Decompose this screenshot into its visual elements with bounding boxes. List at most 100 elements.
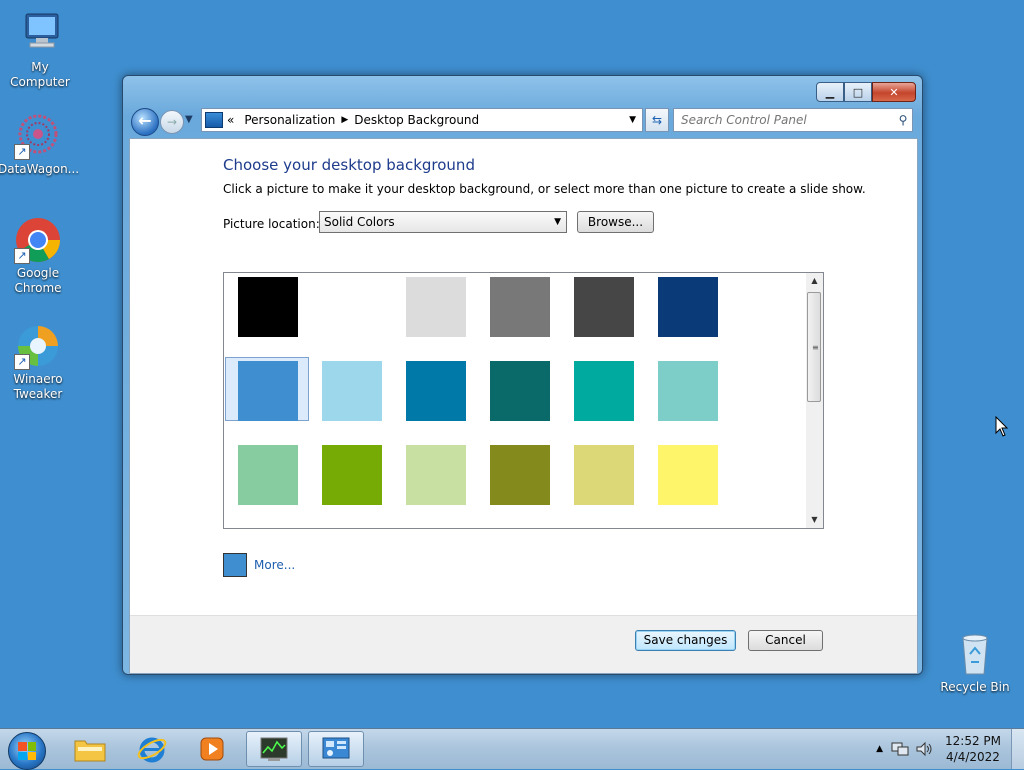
volume-icon[interactable] <box>915 741 933 757</box>
clock[interactable]: 12:52 PM 4/4/2022 <box>945 733 1001 765</box>
desktop-icon-google-chrome[interactable]: ↗ Google Chrome <box>0 216 78 296</box>
color-swatch-fill <box>238 277 298 337</box>
address-bar[interactable]: « Personalization ▶ Desktop Background ▼ <box>201 108 643 132</box>
task-manager-icon <box>260 737 288 761</box>
color-swatch[interactable] <box>561 273 645 337</box>
notification-area: ▲ 12:52 PM 4/4/2022 <box>876 729 1024 769</box>
picture-location-select[interactable]: Solid Colors ▼ <box>319 211 567 233</box>
color-swatch[interactable] <box>309 357 393 421</box>
picture-location-label: Picture location: <box>223 217 320 231</box>
color-swatch-list[interactable]: ▲ ≡ ▼ <box>223 272 824 529</box>
color-swatch-fill <box>322 277 382 337</box>
start-button[interactable] <box>8 732 46 770</box>
shortcut-arrow-icon: ↗ <box>14 248 30 264</box>
color-swatch-fill <box>490 277 550 337</box>
folder-icon <box>74 740 106 762</box>
search-box[interactable]: ⚲ <box>673 108 913 132</box>
navigation-bar: ← → ▼ « Personalization ▶ Desktop Backgr… <box>129 106 914 136</box>
scroll-up-icon[interactable]: ▲ <box>806 273 823 289</box>
chrome-icon: ↗ <box>14 216 62 264</box>
color-swatch-fill <box>322 361 382 421</box>
shortcut-arrow-icon: ↗ <box>14 354 30 370</box>
chevron-down-icon: ▼ <box>554 217 561 227</box>
color-swatch[interactable] <box>477 273 561 337</box>
clock-date: 4/4/2022 <box>946 750 1000 764</box>
color-swatch[interactable] <box>393 273 477 337</box>
desktop-icon-recycle-bin[interactable]: Recycle Bin <box>935 630 1015 695</box>
color-swatch[interactable] <box>645 357 729 421</box>
breadcrumb-separator-icon[interactable]: ▶ <box>341 115 348 125</box>
network-icon[interactable] <box>891 741 909 757</box>
recycle-bin-icon <box>951 630 999 678</box>
color-swatch-fill <box>406 361 466 421</box>
color-swatch-fill <box>238 445 298 505</box>
taskbar-file-explorer[interactable] <box>62 731 118 767</box>
desktop-icon-winaero-tweaker[interactable]: ↗ Winaero Tweaker <box>0 322 78 402</box>
vertical-scrollbar[interactable]: ▲ ≡ ▼ <box>806 273 823 528</box>
desktop-icon-label: My Computer <box>10 60 70 89</box>
color-swatch[interactable] <box>393 441 477 505</box>
color-swatch[interactable] <box>645 273 729 337</box>
minimize-button[interactable]: ▁ <box>816 82 844 102</box>
shortcut-arrow-icon: ↗ <box>14 144 30 160</box>
more-colors-link[interactable]: More... <box>254 558 295 572</box>
color-swatch[interactable] <box>561 441 645 505</box>
taskbar-media-player[interactable] <box>184 731 240 767</box>
color-swatch[interactable] <box>225 357 309 421</box>
color-swatch-fill <box>406 277 466 337</box>
show-hidden-icons-icon[interactable]: ▲ <box>876 744 883 754</box>
color-swatch[interactable] <box>477 441 561 505</box>
search-input[interactable] <box>674 112 894 128</box>
browse-button[interactable]: Browse... <box>577 211 654 233</box>
recent-pages-dropdown[interactable]: ▼ <box>185 114 193 125</box>
breadcrumb-personalization[interactable]: Personalization <box>244 113 335 127</box>
taskbar: ▲ 12:52 PM 4/4/2022 <box>0 728 1024 770</box>
taskbar-internet-explorer[interactable] <box>124 731 180 767</box>
breadcrumb-desktop-background[interactable]: Desktop Background <box>354 113 479 127</box>
cancel-button[interactable]: Cancel <box>748 630 823 651</box>
control-panel-icon <box>205 112 223 128</box>
color-swatch-fill <box>406 445 466 505</box>
picture-location-value: Solid Colors <box>324 215 395 229</box>
color-swatch[interactable] <box>393 357 477 421</box>
color-swatch-fill <box>574 361 634 421</box>
color-swatch[interactable] <box>225 441 309 505</box>
page-description: Click a picture to make it your desktop … <box>223 182 866 196</box>
color-swatch[interactable] <box>309 441 393 505</box>
scrollbar-thumb[interactable]: ≡ <box>807 292 821 402</box>
page-title: Choose your desktop background <box>223 156 475 174</box>
color-swatch[interactable] <box>477 357 561 421</box>
address-dropdown-icon[interactable]: ▼ <box>629 115 636 125</box>
color-swatch[interactable] <box>309 273 393 337</box>
color-swatch[interactable] <box>561 357 645 421</box>
color-swatch[interactable] <box>225 273 309 337</box>
internet-explorer-icon <box>137 737 167 763</box>
breadcrumb-overflow[interactable]: « <box>227 113 234 127</box>
taskbar-control-panel[interactable] <box>308 731 364 767</box>
desktop-icon-my-computer[interactable]: My Computer <box>0 10 80 90</box>
color-swatch-fill <box>574 445 634 505</box>
save-changes-button[interactable]: Save changes <box>635 630 736 651</box>
back-button[interactable]: ← <box>131 108 159 136</box>
current-color-swatch[interactable] <box>223 553 247 577</box>
dialog-footer: Save changes Cancel <box>130 615 917 673</box>
show-desktop-button[interactable] <box>1011 729 1024 769</box>
winaero-tweaker-icon: ↗ <box>14 322 62 370</box>
desktop-icon-label: DataWagon... <box>0 162 80 176</box>
taskbar-task-manager[interactable] <box>246 731 302 767</box>
control-panel-icon <box>322 737 350 759</box>
maximize-button[interactable]: □ <box>844 82 872 102</box>
desktop-icon-datawagon[interactable]: ↗ DataWagon... <box>0 112 80 177</box>
color-swatch-fill <box>322 445 382 505</box>
desktop-background-window: ▁ □ ✕ ← → ▼ « Personalization ▶ Desktop … <box>122 75 923 675</box>
forward-button[interactable]: → <box>160 110 184 134</box>
datawagon-icon: ↗ <box>14 112 62 160</box>
color-swatch-fill <box>490 445 550 505</box>
refresh-button[interactable]: ⇆ <box>645 108 669 132</box>
color-swatch-fill <box>658 277 718 337</box>
content-pane: Choose your desktop background Click a p… <box>129 138 918 674</box>
close-button[interactable]: ✕ <box>872 82 916 102</box>
color-swatch[interactable] <box>645 441 729 505</box>
search-icon[interactable]: ⚲ <box>894 113 912 127</box>
scroll-down-icon[interactable]: ▼ <box>806 512 823 528</box>
